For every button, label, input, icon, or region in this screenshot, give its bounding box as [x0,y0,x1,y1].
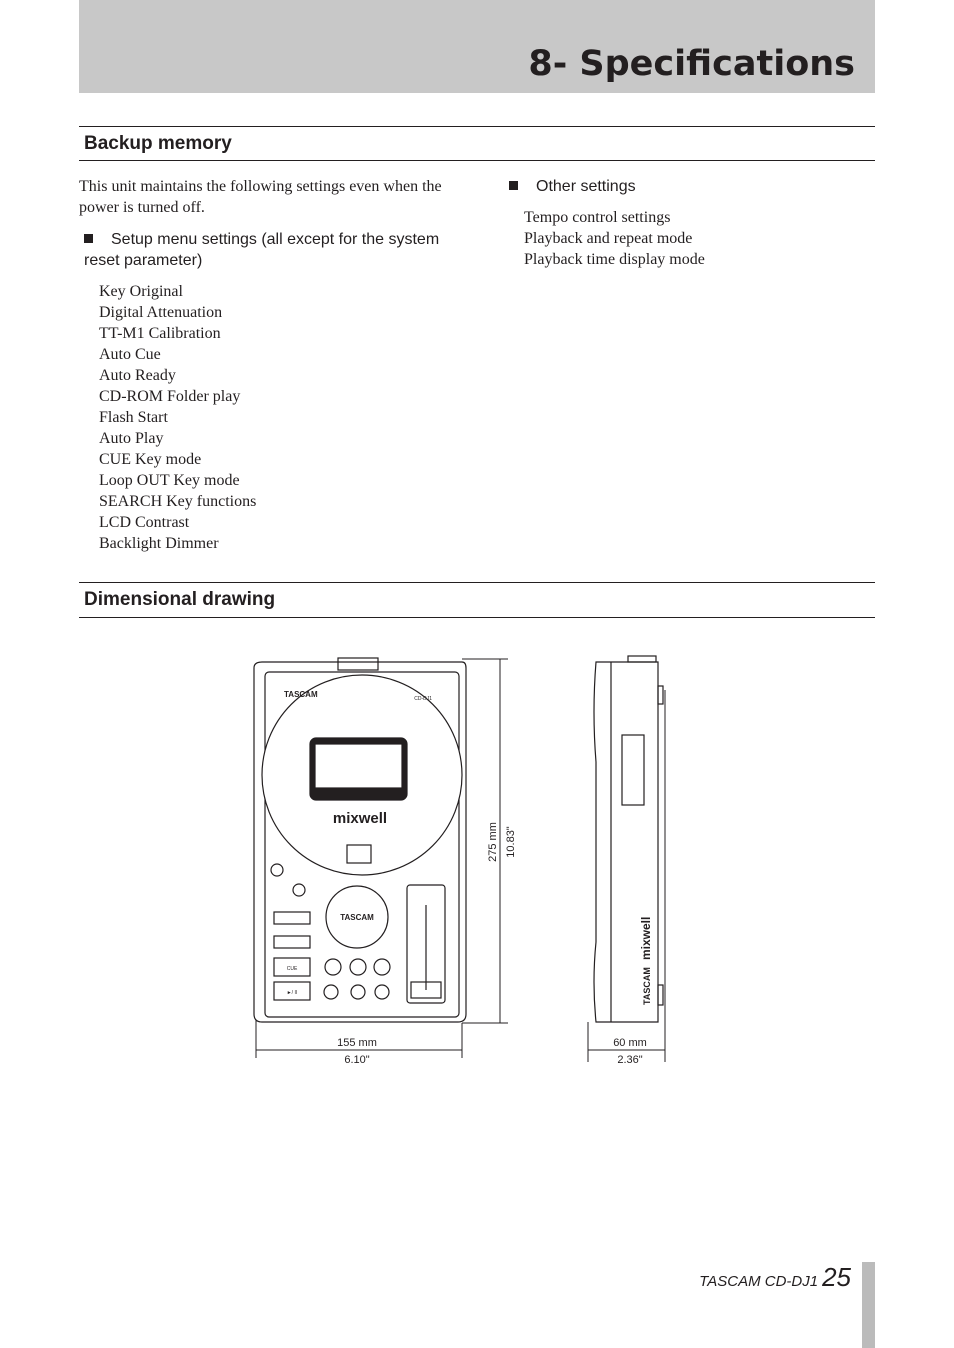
page-number: 25 [822,1262,851,1292]
width-mm-label: 155 mm [337,1037,377,1049]
play-button-label: ►/ II [287,990,298,996]
side-brand-label: TASCAM [642,967,652,1005]
device-brand-label: TASCAM [284,690,318,699]
footer: TASCAM CD-DJ1 25 [699,1262,851,1293]
depth-in-label: 2.36" [617,1054,642,1066]
manual-page: 8- Specifications Backup memory This uni… [0,0,954,1348]
height-mm-label: 275 mm [487,822,499,862]
jog-brand-label: TASCAM [340,913,374,922]
footer-product: TASCAM CD-DJ1 [699,1273,819,1290]
device-model-label: CD-DJ1 [414,696,432,702]
depth-mm-label: 60 mm [613,1037,647,1049]
side-view [593,655,664,1023]
height-in-label: 10.83" [505,826,517,858]
page-edge-tab [862,1262,875,1348]
width-in-label: 6.10" [344,1054,369,1066]
mixwell-logo: mixwell [333,810,387,827]
dimensional-drawing: TASCAM CD-DJ1 mixwell TASCAM CUE ►/ II T… [253,655,666,1066]
cue-button-label: CUE [287,966,298,972]
side-mixwell-logo: mixwell [639,917,653,960]
